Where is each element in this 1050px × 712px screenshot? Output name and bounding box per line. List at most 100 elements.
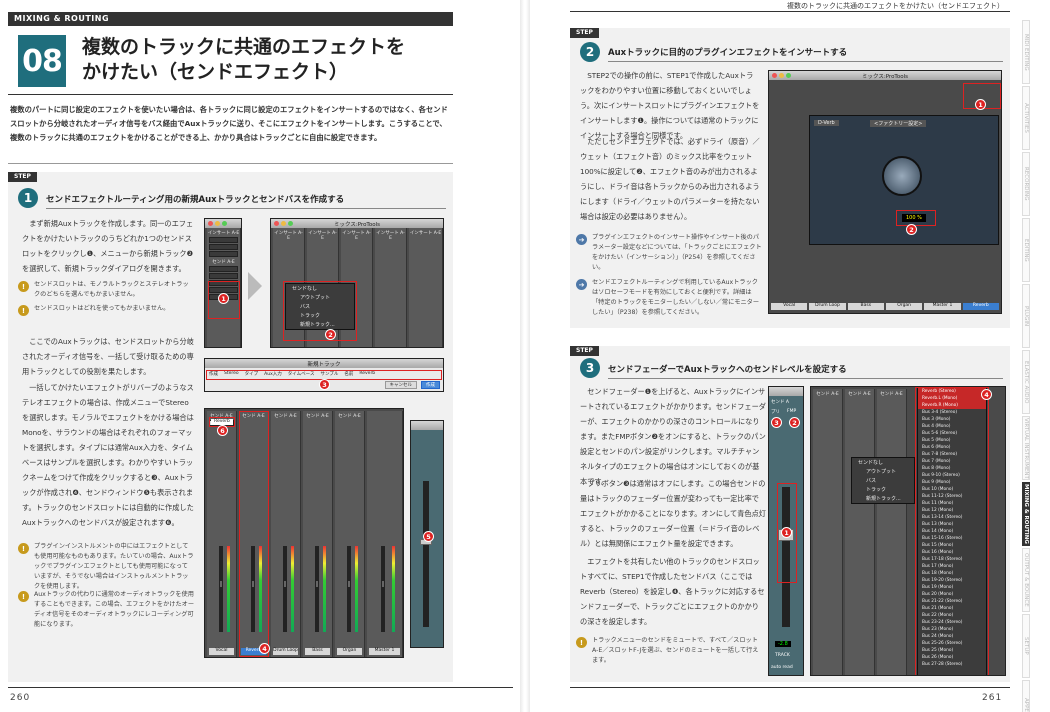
track-name[interactable]: Drum Loop bbox=[273, 648, 298, 655]
fader[interactable] bbox=[282, 546, 287, 633]
track-name[interactable]: Organ bbox=[337, 648, 362, 655]
side-tab[interactable]: ACTIVITIES bbox=[1022, 86, 1030, 150]
fader-cap[interactable] bbox=[347, 580, 350, 587]
track-name[interactable]: Drum Loop bbox=[809, 303, 846, 310]
side-tab[interactable]: ELASTIC AUDIO bbox=[1022, 350, 1030, 414]
track-name[interactable]: Vocal bbox=[209, 648, 234, 655]
marker-5: 5 bbox=[423, 531, 434, 542]
step2-para2: ただしセンドエフェクトでは、必ずドライ（原音）／ウェット（エフェクト音）のミック… bbox=[580, 134, 760, 224]
hint-icon: ! bbox=[18, 281, 29, 292]
level-meter bbox=[355, 546, 359, 633]
step2-title-rule bbox=[608, 61, 1003, 62]
send-fader[interactable] bbox=[420, 481, 432, 627]
step2-note1-text: プラグインエフェクトのインサート操作やインサート後のパラメーター設定などについて… bbox=[592, 234, 762, 271]
chapter-number: 08 bbox=[18, 35, 66, 87]
side-tab[interactable]: OUTPUT & BOUNCE bbox=[1022, 548, 1030, 612]
step3-para3-text: エフェクトを共有したい他のトラックのセンドスロットすべてに、STEP1で作成した… bbox=[580, 557, 765, 626]
fader-cap[interactable] bbox=[283, 580, 286, 587]
level-meter bbox=[291, 546, 295, 633]
dialog-title: 新規トラック bbox=[307, 362, 341, 368]
side-tab[interactable]: MIDI EDITING bbox=[1022, 20, 1030, 84]
track-name[interactable]: Master 1 bbox=[369, 648, 400, 655]
side-tab[interactable]: EDITING bbox=[1022, 218, 1030, 282]
step1-title-rule bbox=[46, 208, 446, 209]
menu-item-output[interactable]: アウトプット bbox=[852, 467, 914, 476]
step3-para2: プリボタン❸は通常はオフにします。この場合センドの量はトラックのフェーダー位置が… bbox=[580, 476, 766, 551]
send-window-label: センド A bbox=[771, 400, 790, 405]
insert-slot[interactable] bbox=[209, 237, 238, 243]
menu-item-no-send[interactable]: センドなし bbox=[852, 458, 914, 467]
arrow-icon bbox=[248, 272, 262, 300]
running-head: 複数のトラックに共通のエフェクトをかけたい（センドエフェクト） bbox=[570, 0, 1010, 12]
marker-2: 2 bbox=[325, 329, 336, 340]
screenshot-send-window: 5 bbox=[410, 420, 444, 648]
title-rule bbox=[8, 94, 453, 95]
step3-para1-text: センドフェーダー❶を上げると、Auxトラックにインサートされているエフェクトがか… bbox=[580, 387, 766, 486]
gutter bbox=[520, 0, 530, 712]
track-name[interactable]: Bass bbox=[305, 648, 330, 655]
create-button[interactable]: 作成 bbox=[421, 381, 440, 389]
step2-number: 2 bbox=[580, 42, 600, 62]
track-name[interactable]: Vocal bbox=[771, 303, 808, 310]
fader[interactable] bbox=[218, 546, 223, 633]
step3-para2-text: プリボタン❸は通常はオフにします。この場合センドの量はトラックのフェーダー位置が… bbox=[580, 479, 766, 548]
side-tab[interactable]: VIRTUAL INSTRUMENT bbox=[1022, 416, 1030, 480]
send-slot[interactable] bbox=[209, 266, 238, 272]
fader-cap[interactable] bbox=[382, 580, 384, 587]
send-label: センド A-E bbox=[338, 414, 361, 419]
fader-cap[interactable] bbox=[315, 580, 318, 587]
screenshot-mixer-reverb: センド A-E Vocal センド A-E Reverb センド A-E Drum L… bbox=[204, 408, 404, 658]
hint-icon: ! bbox=[18, 305, 29, 316]
fader[interactable] bbox=[314, 546, 319, 633]
track-name[interactable]: Bass bbox=[847, 303, 884, 310]
section-bar: MIXING & ROUTING bbox=[8, 12, 453, 26]
insert-label: インサート A-E bbox=[274, 231, 303, 241]
send-label: センド A-E bbox=[274, 414, 297, 419]
side-tab[interactable]: RECORDING bbox=[1022, 152, 1030, 216]
step1-title: センドエフェクトルーティング用の新規Auxトラックとセンドバスを作成する bbox=[46, 195, 345, 205]
lead-rule bbox=[8, 163, 453, 164]
side-tab[interactable]: MIXING & ROUTING bbox=[1022, 482, 1030, 546]
window-titlebar: ミックス:ProTools bbox=[271, 219, 443, 228]
insert-slot[interactable] bbox=[209, 251, 238, 257]
track-strip: インサート A-E bbox=[409, 228, 443, 347]
running-head-text: 複数のトラックに共通のエフェクトをかけたい（センドエフェクト） bbox=[787, 2, 1004, 10]
page-number: 261 bbox=[982, 693, 1003, 703]
reverb-knob[interactable] bbox=[882, 156, 922, 196]
left-page: MIXING & ROUTING 08 複数のトラックに共通のエフェクトを かけ… bbox=[0, 0, 520, 712]
track-name[interactable]: Organ bbox=[885, 303, 923, 310]
track-name-row: Vocal Drum Loop Bass Organ Master 1 Reve… bbox=[771, 303, 999, 311]
step1-tag: STEP bbox=[8, 172, 37, 182]
screenshot-plugin: ミックス:ProTools D-Verb <ファクトリー設定> 100 % 2 … bbox=[768, 70, 1002, 314]
pre-button[interactable]: プリ bbox=[771, 409, 780, 415]
menu-item-new-track[interactable]: 新規トラック... bbox=[852, 494, 914, 503]
track-strip: センド A-E bbox=[845, 389, 875, 675]
window-titlebar bbox=[411, 421, 443, 430]
menu-item-bus[interactable]: バス bbox=[852, 476, 914, 485]
track-name[interactable]: Reverb bbox=[962, 303, 999, 310]
send-label: センド A-E bbox=[212, 260, 235, 265]
highlight-aux-track bbox=[239, 411, 269, 657]
menu-item-track[interactable]: トラック bbox=[852, 485, 914, 494]
fader-cap[interactable] bbox=[219, 580, 222, 587]
fader[interactable] bbox=[346, 546, 351, 633]
side-tab[interactable]: APPENDIX bbox=[1022, 680, 1030, 712]
screenshot-send-fader: センド A プリ FMP 3 2 1 -2.8 TRACK auto read bbox=[768, 386, 804, 676]
send-slot[interactable] bbox=[209, 273, 238, 279]
cancel-button[interactable]: キャンセル bbox=[384, 381, 417, 389]
side-tab[interactable]: PLUGIN bbox=[1022, 284, 1030, 348]
step3-para1: センドフェーダー❶を上げると、Auxトラックにインサートされているエフェクトがか… bbox=[580, 384, 766, 489]
fmp-button[interactable]: FMP bbox=[787, 409, 796, 414]
step2-note2-text: センドエフェクトルーティングで利用しているAuxトラックはソロセーフモードを有効… bbox=[592, 279, 760, 316]
side-tab[interactable]: SETUP bbox=[1022, 614, 1030, 678]
step2-title: Auxトラックに目的のプラグインエフェクトをインサートする bbox=[608, 48, 848, 58]
insert-slot[interactable] bbox=[209, 244, 238, 250]
track-name[interactable]: Master 1 bbox=[924, 303, 961, 310]
footer-rule bbox=[8, 687, 513, 688]
step3-box: STEP 3 センドフェーダーでAuxトラックへのセンドレベルを設定する センド… bbox=[570, 346, 1010, 682]
plugin-name[interactable]: D-Verb bbox=[814, 120, 839, 126]
track-strip: センド A-E bbox=[813, 389, 843, 675]
plugin-preset[interactable]: <ファクトリー設定> bbox=[870, 120, 927, 127]
fader[interactable] bbox=[381, 546, 385, 633]
auto-mode[interactable]: auto read bbox=[771, 665, 793, 670]
